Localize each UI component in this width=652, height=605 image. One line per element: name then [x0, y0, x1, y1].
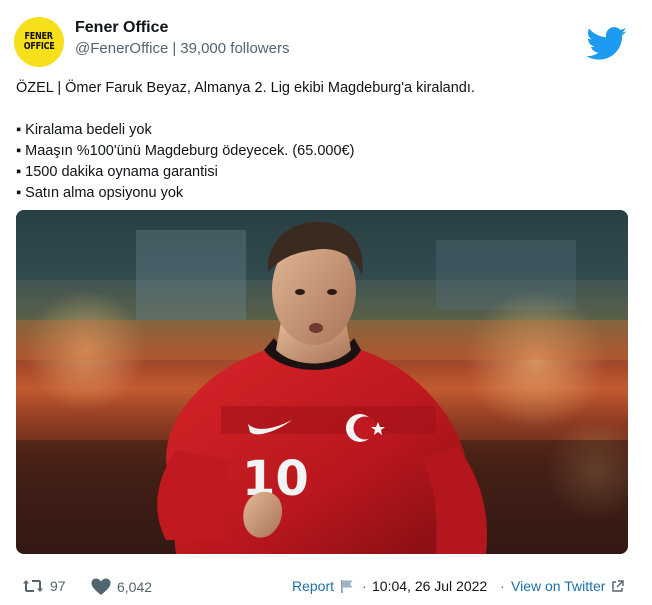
tweet-bullet: ▪ Kiralama bedeli yok	[16, 122, 152, 138]
view-on-twitter-label: View on Twitter	[511, 578, 606, 594]
report-label: Report	[292, 578, 335, 594]
tweet-timestamp[interactable]: 10:04, 26 Jul 2022	[372, 578, 487, 594]
meta-separator: |	[172, 40, 177, 57]
flag-icon	[341, 579, 353, 593]
report-link[interactable]: Report	[292, 578, 354, 594]
view-on-twitter-link[interactable]: View on Twitter	[511, 578, 625, 594]
external-link-icon	[612, 579, 625, 592]
account-name[interactable]: Fener Office	[75, 19, 168, 37]
retweet-icon	[23, 580, 43, 592]
tweet-photo[interactable]: 10	[16, 210, 628, 554]
tweet-bullet: ▪ 1500 dakika oynama garantisi	[16, 164, 218, 180]
followers-count[interactable]: 39,000 followers	[180, 40, 289, 57]
tweet-footer: 97 6,042 Report · 10:04, 26 Jul 2022 · V…	[0, 575, 652, 599]
tweet-text: ÖZEL | Ömer Faruk Beyaz, Almanya 2. Lig …	[16, 78, 636, 204]
avatar[interactable]: FENER OFFICE	[14, 17, 64, 67]
tweet-bullet: ▪ Satın alma opsiyonu yok	[16, 185, 184, 201]
like-count: 6,042	[117, 579, 153, 595]
twitter-bird-icon[interactable]	[586, 27, 628, 61]
heart-icon	[91, 578, 111, 595]
tweet-headline: ÖZEL | Ömer Faruk Beyaz, Almanya 2. Lig …	[16, 80, 475, 96]
player-photo-illustration: 10	[16, 210, 628, 554]
like-button[interactable]: 6,042	[91, 578, 152, 596]
retweet-count: 97	[50, 578, 66, 594]
retweet-button[interactable]: 97	[22, 578, 66, 594]
account-handle[interactable]: @FenerOffice	[75, 40, 168, 57]
avatar-text-line2: OFFICE	[23, 41, 55, 52]
footer-separator: ·	[500, 578, 505, 594]
footer-separator: ·	[362, 578, 367, 594]
tweet-bullet: ▪ Maaşın %100'ünü Magdeburg ödeyecek. (6…	[16, 143, 355, 159]
account-meta: @FenerOffice | 39,000 followers	[75, 40, 289, 57]
